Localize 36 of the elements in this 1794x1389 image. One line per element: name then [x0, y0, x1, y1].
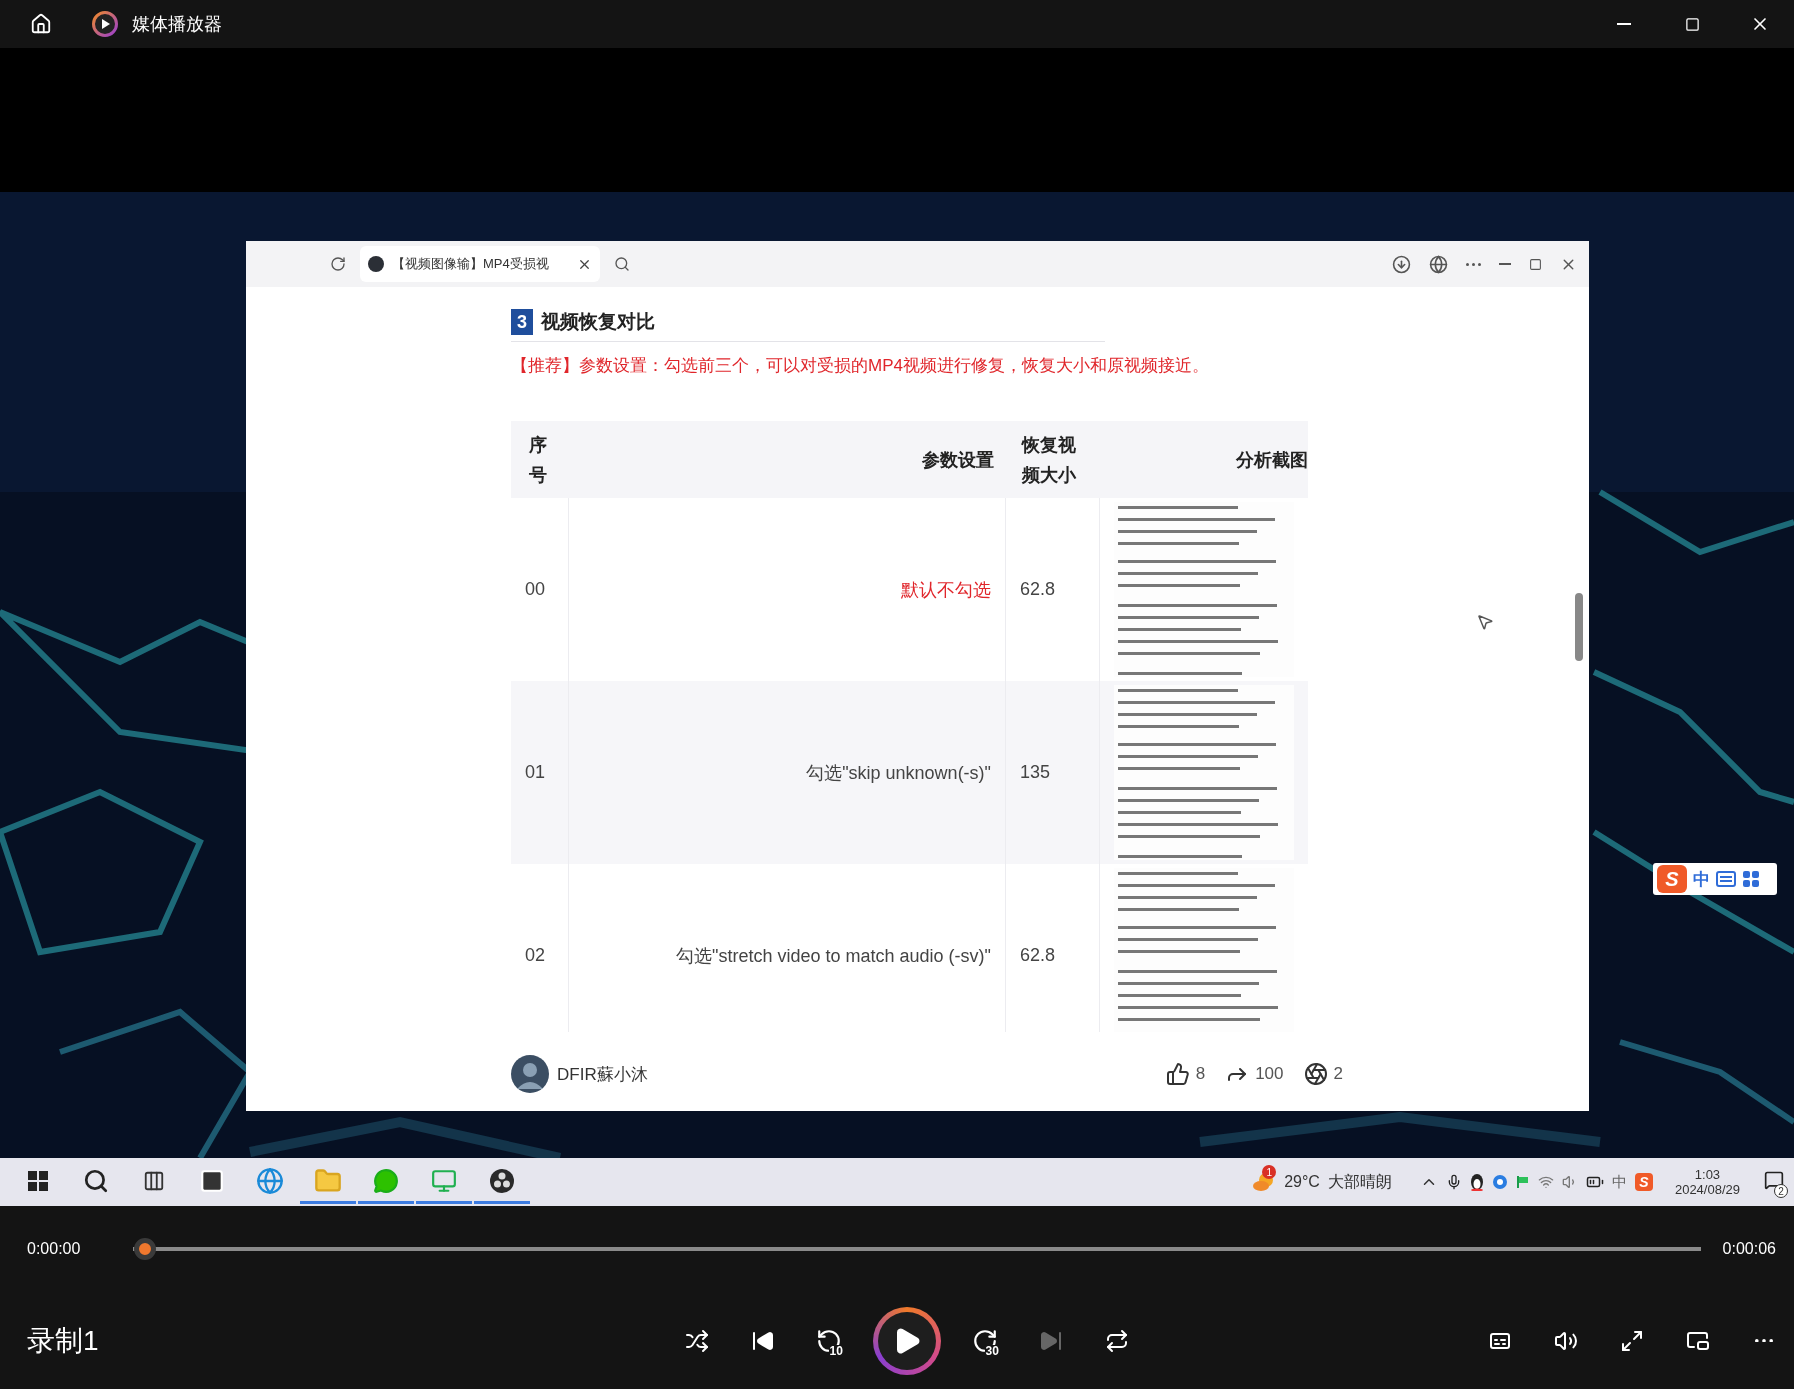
current-time: 0:00:00 [27, 1240, 82, 1258]
penguin-icon [1469, 1173, 1484, 1191]
window-title: 媒体播放器 [132, 13, 222, 36]
windows-icon [28, 1170, 48, 1191]
folder-icon [314, 1166, 342, 1195]
clock-date: 2024/08/29 [1674, 1182, 1740, 1197]
chat-icon [373, 1167, 399, 1194]
temperature-text[interactable]: 29°C [1284, 1173, 1320, 1191]
flag-icon [1515, 1175, 1530, 1189]
seek-thumb[interactable] [134, 1238, 156, 1260]
weather-badge: 1 [1262, 1165, 1277, 1179]
app-logo-icon [92, 11, 118, 37]
monitor-icon [431, 1167, 457, 1194]
search-icon [83, 1167, 109, 1194]
round-app-icon [1491, 1174, 1508, 1190]
home-icon [30, 13, 52, 35]
wifi-icon [1537, 1174, 1554, 1190]
minimize-icon [1617, 23, 1631, 25]
maximize-icon [1684, 16, 1700, 32]
forward-icon [971, 1327, 998, 1354]
ime-mode[interactable]: 中 [1611, 1172, 1627, 1192]
weather-text[interactable]: 大部晴朗 [1327, 1171, 1392, 1193]
duration-time: 0:00:06 [1722, 1240, 1776, 1258]
repeat-icon [1104, 1328, 1129, 1353]
expand-icon [1620, 1328, 1644, 1353]
forward-button[interactable]: 30 [962, 1318, 1007, 1363]
notification-badge: 2 [1774, 1184, 1788, 1198]
shuffle-icon [684, 1328, 709, 1353]
clock-time: 1:03 [1694, 1167, 1721, 1182]
rewind-button[interactable]: 10 [806, 1318, 851, 1363]
rewind-icon [815, 1327, 842, 1354]
obs-icon [489, 1167, 515, 1194]
task-view-icon [143, 1169, 165, 1192]
more-icon [1755, 1338, 1773, 1343]
media-title: 录制1 [27, 1323, 100, 1358]
browser-icon [256, 1166, 284, 1195]
